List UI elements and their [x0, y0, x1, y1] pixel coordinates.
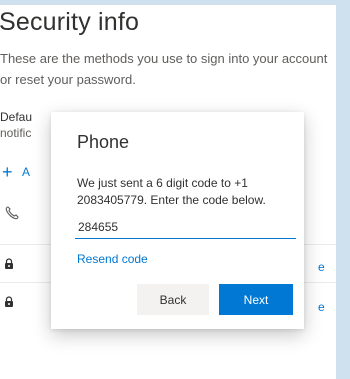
dialog-message: We just sent a 6 digit code to +1 208340…	[77, 176, 266, 207]
window-frame-right	[336, 0, 350, 379]
resend-code-link[interactable]: Resend code	[77, 252, 148, 263]
change-method-link[interactable]: e	[318, 260, 325, 274]
phone-verification-dialog: Phone We just sent a 6 digit code to +1 …	[51, 112, 304, 329]
verification-code-input[interactable]	[75, 216, 296, 239]
next-button[interactable]: Next	[219, 284, 293, 315]
plus-icon[interactable]: +	[2, 163, 13, 181]
phone-icon	[4, 205, 20, 224]
default-method-value: notific	[0, 126, 32, 140]
change-method-link[interactable]: e	[318, 300, 325, 314]
page-intro: These are the methods you use to sign in…	[0, 51, 328, 87]
page-title: Security info	[0, 8, 140, 36]
lock-icon	[4, 296, 14, 311]
back-button[interactable]: Back	[137, 284, 209, 315]
default-method-label: Defau	[0, 110, 33, 124]
lock-icon	[4, 258, 14, 273]
add-method-link[interactable]: A	[22, 165, 30, 179]
dialog-title: Phone	[77, 132, 130, 152]
